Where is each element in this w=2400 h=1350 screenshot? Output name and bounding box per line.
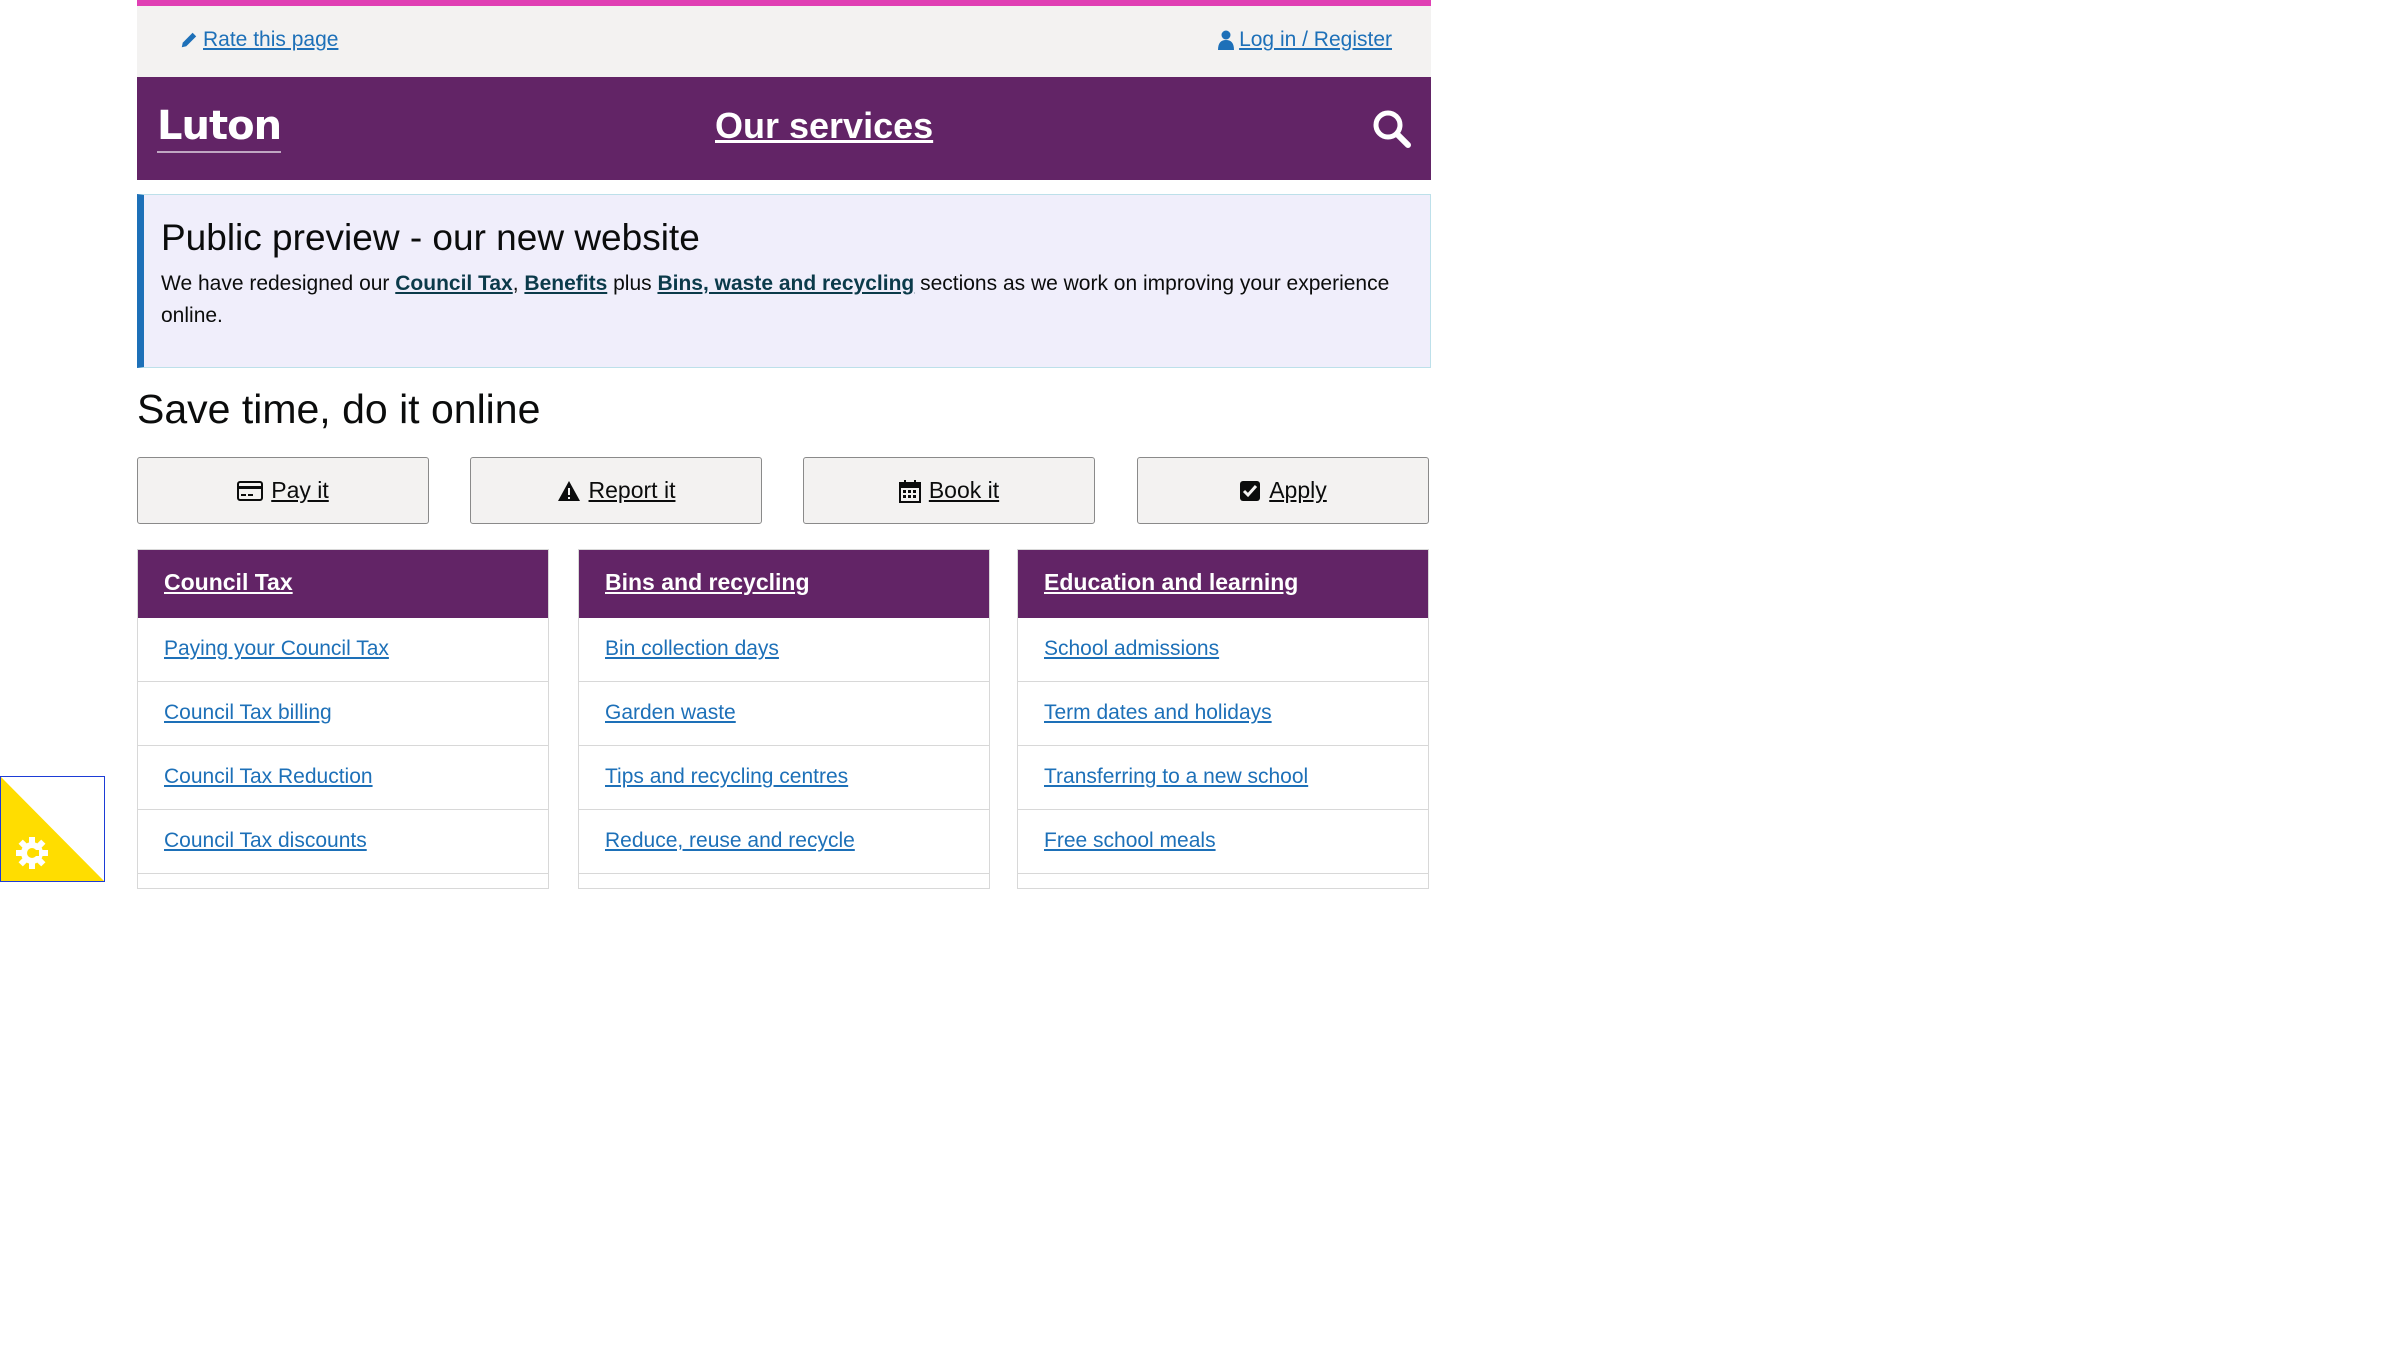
notice-text-part: plus — [607, 272, 658, 295]
card-link[interactable]: Paying your Council Tax — [164, 637, 389, 661]
report-it-button[interactable]: Report it — [470, 457, 762, 524]
login-register-link[interactable]: Log in / Register — [1218, 28, 1392, 52]
list-item: Paying your Council Tax — [138, 618, 548, 682]
our-services-link[interactable]: Our services — [715, 105, 933, 147]
list-item: Free school meals — [1018, 810, 1428, 874]
pay-it-label: Pay it — [271, 477, 329, 503]
card-link[interactable]: Free school meals — [1044, 829, 1216, 853]
council-tax-card: Council Tax Paying your Council Tax Coun… — [137, 549, 549, 889]
utility-bar: Rate this page Log in / Register — [137, 6, 1431, 77]
notice-council-tax-link[interactable]: Council Tax — [395, 272, 512, 295]
card-link[interactable]: Transferring to a new school — [1044, 765, 1308, 789]
apply-button[interactable]: Apply — [1137, 457, 1429, 524]
user-icon — [1218, 30, 1235, 50]
card-link[interactable]: Term dates and holidays — [1044, 701, 1272, 725]
card-link[interactable]: Tips and recycling centres — [605, 765, 848, 789]
list-item: School admissions — [1018, 618, 1428, 682]
warning-icon — [557, 480, 580, 501]
apply-label: Apply — [1269, 477, 1327, 503]
notice-benefits-link[interactable]: Benefits — [524, 272, 607, 295]
page-container: Rate this page Log in / Register Luton O… — [137, 0, 1431, 889]
book-it-button[interactable]: Book it — [803, 457, 1095, 524]
login-register-label: Log in / Register — [1239, 28, 1392, 51]
calendar-icon — [898, 479, 921, 503]
card-header: Education and learning — [1018, 550, 1428, 618]
notice-title: Public preview - our new website — [161, 217, 700, 258]
card-link[interactable]: Reduce, reuse and recycle — [605, 829, 855, 853]
notice-text: We have redesigned our Council Tax, Bene… — [161, 268, 1400, 332]
list-item: Reduce, reuse and recycle — [579, 810, 989, 874]
notice-text-part: , — [512, 272, 525, 295]
card-link[interactable]: Council Tax billing — [164, 701, 332, 725]
site-header: Luton Our services — [137, 77, 1431, 180]
list-item: Transferring to a new school — [1018, 746, 1428, 810]
preview-notice-banner: Public preview - our new website We have… — [137, 194, 1431, 368]
notice-bins-link[interactable]: Bins, waste and recycling — [657, 272, 914, 295]
card-link[interactable]: School admissions — [1044, 637, 1219, 661]
council-tax-heading-link[interactable]: Council Tax — [164, 569, 293, 596]
rate-this-page-label: Rate this page — [203, 28, 339, 51]
list-item: Tips and recycling centres — [579, 746, 989, 810]
cookie-gear-icon — [1, 777, 104, 881]
list-item: Term dates and holidays — [1018, 682, 1428, 746]
education-learning-heading-link[interactable]: Education and learning — [1044, 569, 1298, 596]
bins-recycling-card: Bins and recycling Bin collection days G… — [578, 549, 990, 889]
list-item: Council Tax discounts — [138, 810, 548, 874]
pencil-icon — [181, 32, 197, 48]
book-it-label: Book it — [928, 477, 1000, 503]
list-item: Bin collection days — [579, 618, 989, 682]
list-item: Garden waste — [579, 682, 989, 746]
cookie-settings-button[interactable] — [0, 776, 105, 882]
list-item: Council Tax billing — [138, 682, 548, 746]
card-header: Bins and recycling — [579, 550, 989, 618]
search-icon — [1373, 110, 1411, 148]
list-item: Council Tax Reduction — [138, 746, 548, 810]
card-link[interactable]: Council Tax discounts — [164, 829, 367, 853]
section-heading: Save time, do it online — [137, 386, 541, 432]
luton-logo[interactable]: Luton — [157, 103, 282, 153]
card-link[interactable]: Council Tax Reduction — [164, 765, 373, 789]
pay-it-button[interactable]: Pay it — [137, 457, 429, 524]
report-it-label: Report it — [588, 477, 676, 503]
search-button[interactable] — [1372, 109, 1412, 154]
card-link[interactable]: Garden waste — [605, 701, 736, 725]
card-header: Council Tax — [138, 550, 548, 618]
rate-this-page-link[interactable]: Rate this page — [180, 28, 338, 52]
education-learning-card: Education and learning School admissions… — [1017, 549, 1429, 889]
notice-text-part: We have redesigned our — [161, 272, 396, 295]
checkbox-icon — [1240, 480, 1261, 501]
bins-recycling-heading-link[interactable]: Bins and recycling — [605, 569, 810, 596]
credit-card-icon — [237, 480, 264, 501]
card-link[interactable]: Bin collection days — [605, 637, 779, 661]
